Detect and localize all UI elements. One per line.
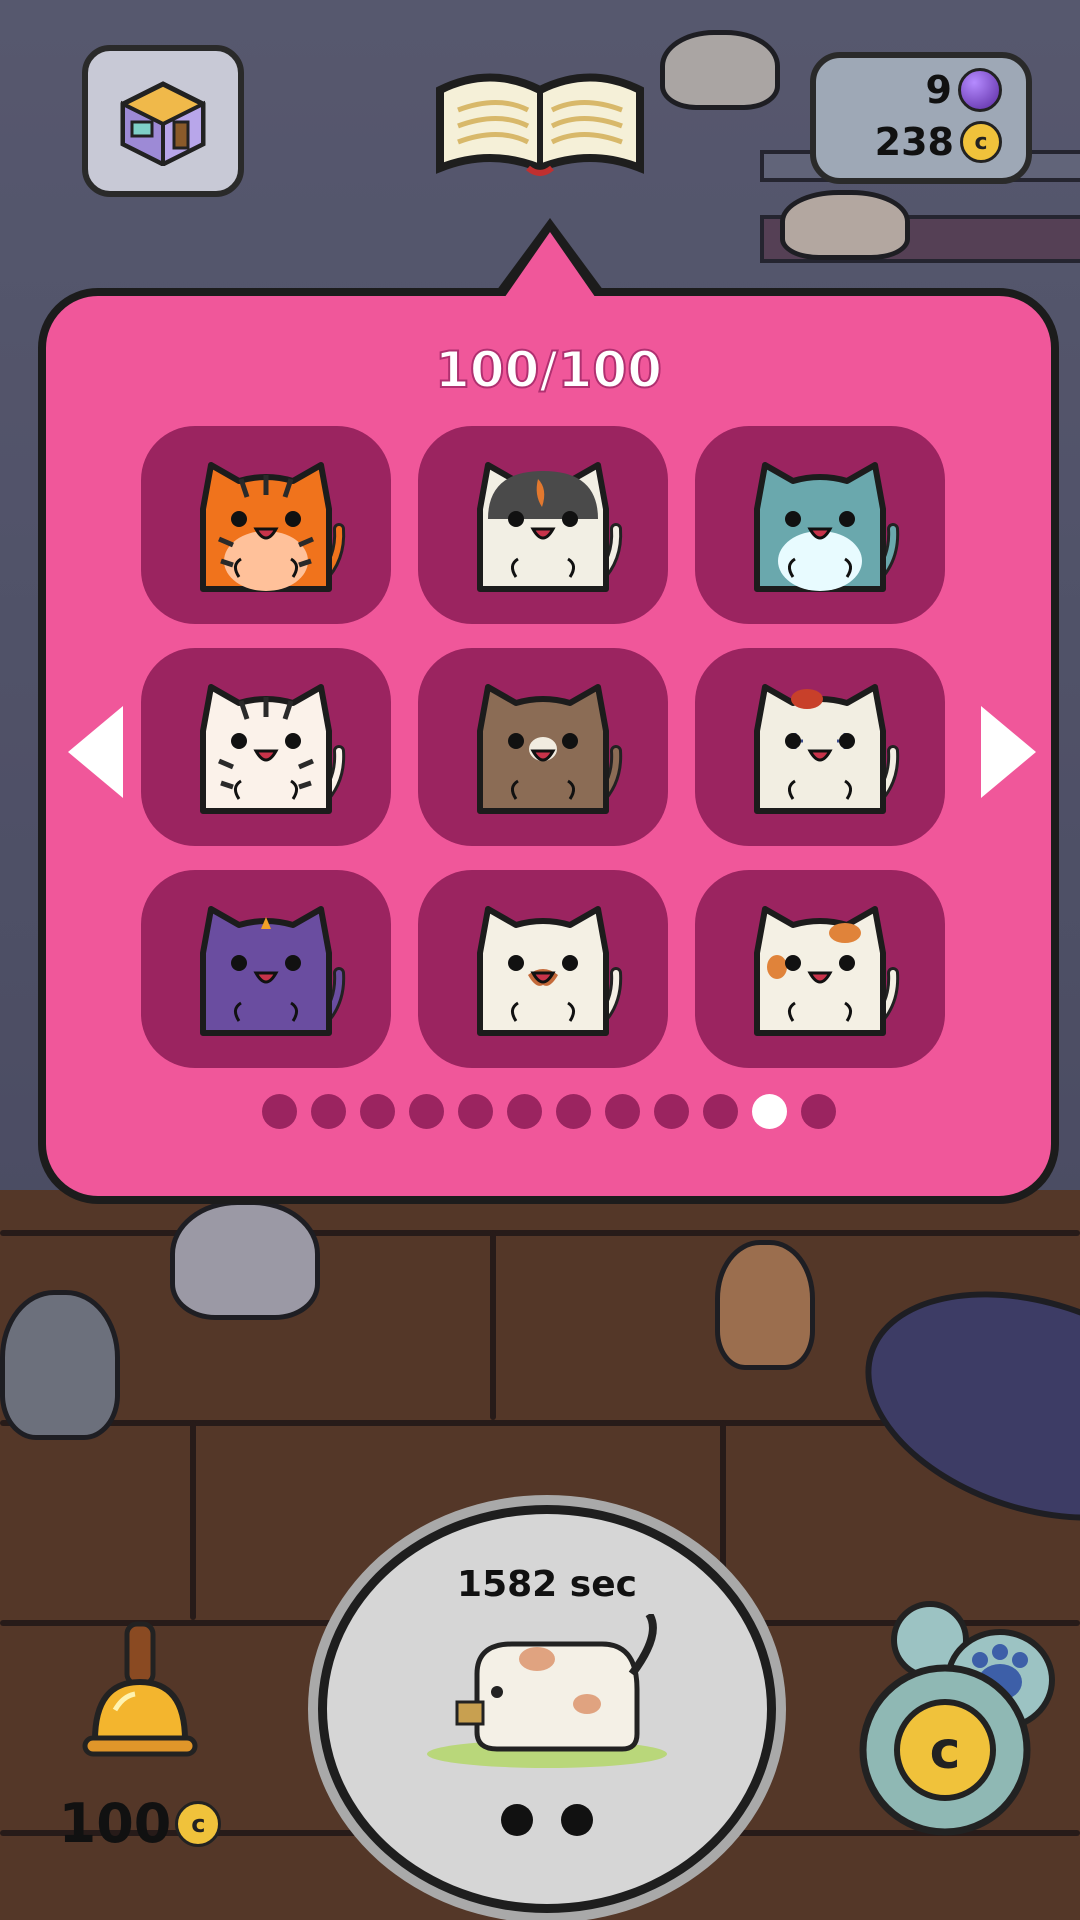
gem-count: 9 [925, 68, 952, 112]
page-dot[interactable] [604, 1094, 640, 1129]
page-dot[interactable] [310, 1094, 346, 1129]
cat-tile[interactable] [141, 870, 391, 1068]
cat-collection-popup: 100/100 [38, 288, 1059, 1204]
cat-tile[interactable] [695, 426, 945, 624]
cat-tile[interactable] [141, 426, 391, 624]
page-dot[interactable] [555, 1094, 591, 1129]
cat-book-button[interactable] [425, 55, 655, 185]
room-cube-icon [120, 81, 206, 166]
currency-panel[interactable]: 9 238 c [810, 52, 1032, 184]
cat-portrait-4 [458, 671, 628, 816]
cat-portrait-5 [735, 671, 905, 816]
page-dot[interactable] [800, 1094, 836, 1129]
page-dot[interactable] [506, 1094, 542, 1129]
cat-tile[interactable] [141, 648, 391, 846]
previous-page-arrow-icon[interactable] [68, 706, 123, 798]
popup-pointer-fill [500, 232, 600, 304]
bell-icon [82, 1621, 198, 1757]
page-dot[interactable] [702, 1094, 738, 1129]
cat-tile[interactable] [695, 648, 945, 846]
page-dot[interactable] [408, 1094, 444, 1129]
bell-price-value: 100 [58, 1792, 172, 1855]
coin-icon: c [175, 1800, 222, 1847]
bell-button[interactable]: 100 c [45, 1620, 235, 1870]
page-dot[interactable] [653, 1094, 689, 1129]
cat-tile[interactable] [418, 870, 668, 1068]
paw-coin-icon: c [859, 1601, 1055, 1836]
page-dot[interactable] [751, 1094, 787, 1129]
cat-book-icon [436, 73, 644, 176]
page-indicator [46, 1094, 1051, 1129]
cat-portrait-6 [181, 893, 351, 1038]
coin-icon: c [960, 121, 1002, 163]
room-button[interactable] [82, 45, 244, 197]
cat-tile[interactable] [695, 870, 945, 1068]
coin-jar-button[interactable]: c [850, 1600, 1060, 1840]
gem-counter: 9 [926, 68, 1002, 112]
cat-portrait-2 [735, 449, 905, 594]
svg-text:c: c [930, 1721, 961, 1781]
bell-price: 100 c [45, 1792, 235, 1855]
cat-portrait-8 [735, 893, 905, 1038]
cat-portrait-1 [458, 449, 628, 594]
cat-timer: 1582 sec [457, 1564, 637, 1605]
coin-count: 238 [874, 120, 954, 164]
wandering-cat-bubble[interactable]: 1582 sec [318, 1505, 776, 1913]
cat-grid [141, 426, 951, 1068]
calico-cat-icon [427, 1614, 667, 1768]
timer-dot [561, 1804, 593, 1836]
timer-dots [327, 1804, 767, 1836]
cat-portrait-0 [181, 449, 351, 594]
gem-icon [958, 68, 1002, 112]
next-page-arrow-icon[interactable] [981, 706, 1036, 798]
collection-count: 100/100 [434, 340, 663, 400]
cat-portrait-7 [458, 893, 628, 1038]
page-dot[interactable] [261, 1094, 297, 1129]
page-dot[interactable] [457, 1094, 493, 1129]
coin-counter: 238 c [875, 120, 1002, 164]
page-dot[interactable] [359, 1094, 395, 1129]
timer-dot [501, 1804, 533, 1836]
cat-tile[interactable] [418, 648, 668, 846]
cat-portrait-3 [181, 671, 351, 816]
cat-tile[interactable] [418, 426, 668, 624]
